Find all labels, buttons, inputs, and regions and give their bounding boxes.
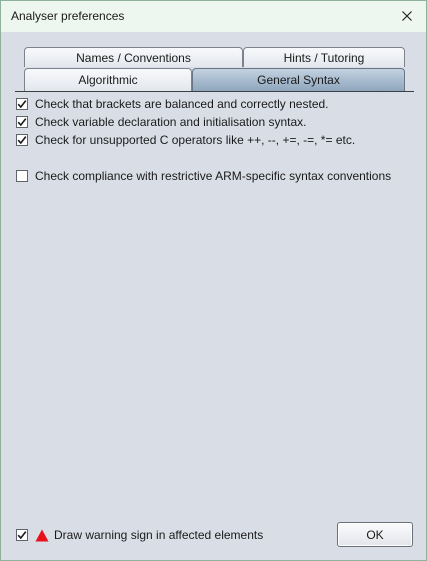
tab-label: General Syntax bbox=[257, 73, 340, 87]
option-draw-warning-sign: Draw warning sign in affected elements bbox=[16, 527, 263, 543]
option-arm-compliance: Check compliance with restrictive ARM-sp… bbox=[16, 168, 391, 184]
tab-algorithmic[interactable]: Algorithmic bbox=[24, 68, 192, 91]
balanced-brackets-checkbox[interactable] bbox=[16, 98, 28, 110]
window-title: Analyser preferences bbox=[11, 9, 125, 23]
tab-label: Names / Conventions bbox=[76, 50, 191, 65]
option-label: Draw warning sign in affected elements bbox=[54, 528, 264, 542]
checkmark-icon bbox=[17, 118, 27, 127]
tab-panel-border bbox=[15, 91, 414, 92]
title-bar: Analyser preferences bbox=[1, 1, 426, 32]
option-label: Check variable declaration and initialis… bbox=[35, 115, 307, 129]
checkmark-icon bbox=[17, 531, 27, 540]
checkmark-icon bbox=[17, 136, 27, 145]
tab-label: Hints / Tutoring bbox=[283, 50, 365, 65]
tab-label: Algorithmic bbox=[78, 73, 138, 87]
ok-button[interactable]: OK bbox=[337, 522, 413, 547]
tab-names-conventions[interactable]: Names / Conventions bbox=[24, 47, 243, 67]
preferences-dialog: Analyser preferences Names / Conventions… bbox=[0, 0, 427, 561]
close-icon bbox=[402, 11, 412, 21]
unsupported-operators-checkbox[interactable] bbox=[16, 134, 28, 146]
tab-general-syntax[interactable]: General Syntax bbox=[192, 68, 405, 91]
checkmark-icon bbox=[17, 100, 27, 109]
option-label: Check compliance with restrictive ARM-sp… bbox=[35, 169, 392, 183]
ok-button-label: OK bbox=[366, 527, 384, 542]
option-unsupported-operators: Check for unsupported C operators like +… bbox=[16, 132, 355, 148]
variable-declaration-checkbox[interactable] bbox=[16, 116, 28, 128]
option-label: Check that brackets are balanced and cor… bbox=[35, 97, 329, 111]
option-label: Check for unsupported C operators like +… bbox=[35, 133, 356, 147]
arm-compliance-checkbox[interactable] bbox=[16, 170, 28, 182]
tab-hints-tutoring[interactable]: Hints / Tutoring bbox=[243, 47, 405, 67]
option-variable-declaration: Check variable declaration and initialis… bbox=[16, 114, 306, 130]
draw-warning-checkbox[interactable] bbox=[16, 529, 28, 541]
option-balanced-brackets: Check that brackets are balanced and cor… bbox=[16, 96, 329, 112]
close-button[interactable] bbox=[392, 3, 422, 29]
warning-triangle-icon bbox=[35, 529, 49, 541]
